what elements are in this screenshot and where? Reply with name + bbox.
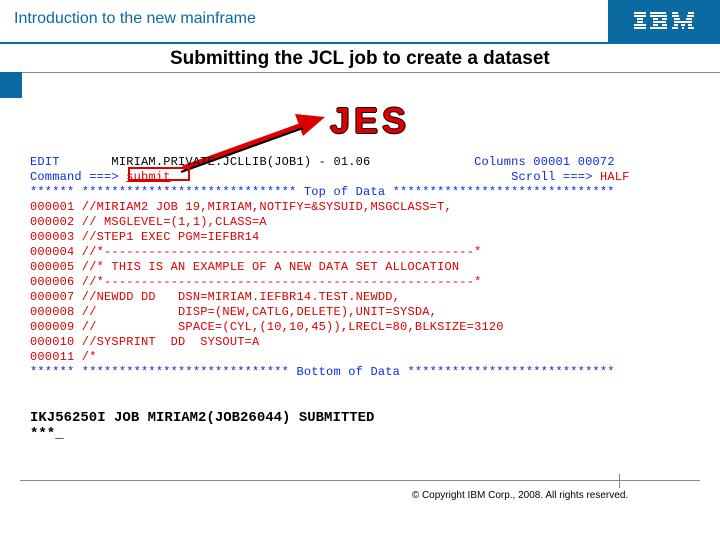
slide-title: Submitting the JCL job to create a datas… xyxy=(170,48,550,70)
course-title: Introduction to the new mainframe xyxy=(14,10,256,28)
divider xyxy=(0,72,720,73)
slide: Introduction to the new mainframe xyxy=(0,0,720,540)
top-of-data: ****** ***************************** Top… xyxy=(30,185,615,199)
side-accent xyxy=(0,72,22,98)
dataset-name: MIRIAM.PRIVATE.JCLLIB(JOB1) - 01.06 xyxy=(111,155,370,169)
jcl-line: 000009 // SPACE=(CYL,(10,10,45)),LRECL=8… xyxy=(30,320,504,334)
footer-tick xyxy=(619,474,620,488)
top-bar: Introduction to the new mainframe xyxy=(0,0,720,44)
submission-output: IKJ56250I JOB MIRIAM2(JOB26044) SUBMITTE… xyxy=(30,410,374,442)
jcl-line: 000011 /* xyxy=(30,350,97,364)
jcl-line: 000007 //NEWDD DD DSN=MIRIAM.IEFBR14.TES… xyxy=(30,290,400,304)
prompt-cursor: ***_ xyxy=(30,426,64,442)
jcl-line: 000002 // MSGLEVEL=(1,1),CLASS=A xyxy=(30,215,267,229)
footer-divider xyxy=(20,480,700,481)
columns-label: Columns 00001 00072 xyxy=(474,155,615,169)
copyright-text: © Copyright IBM Corp., 2008. All rights … xyxy=(0,490,700,501)
terminal-screen: EDIT MIRIAM.PRIVATE.JCLLIB(JOB1) - 01.06… xyxy=(30,155,690,380)
jcl-line: 000001 //MIRIAM2 JOB 19,MIRIAM,NOTIFY=&S… xyxy=(30,200,452,214)
command-input[interactable]: submit xyxy=(126,170,170,184)
jcl-line: 000010 //SYSPRINT DD SYSOUT=A xyxy=(30,335,259,349)
jcl-line: 000008 // DISP=(NEW,CATLG,DELETE),UNIT=S… xyxy=(30,305,437,319)
scroll-label: Scroll ===> xyxy=(511,170,592,184)
jcl-line: 000004 //*------------------------------… xyxy=(30,245,481,259)
jcl-line: 000006 //*------------------------------… xyxy=(30,275,481,289)
scroll-value: HALF xyxy=(600,170,630,184)
jcl-line: 000005 //* THIS IS AN EXAMPLE OF A NEW D… xyxy=(30,260,459,274)
command-prompt: Command ===> xyxy=(30,170,119,184)
jes-callout: JES xyxy=(330,100,410,142)
edit-label: EDIT xyxy=(30,155,60,169)
logo-block xyxy=(608,0,720,42)
jcl-line: 000003 //STEP1 EXEC PGM=IEFBR14 xyxy=(30,230,259,244)
submit-message: IKJ56250I JOB MIRIAM2(JOB26044) SUBMITTE… xyxy=(30,410,374,426)
bottom-of-data: ****** **************************** Bott… xyxy=(30,365,615,379)
ibm-logo-icon xyxy=(632,9,696,33)
